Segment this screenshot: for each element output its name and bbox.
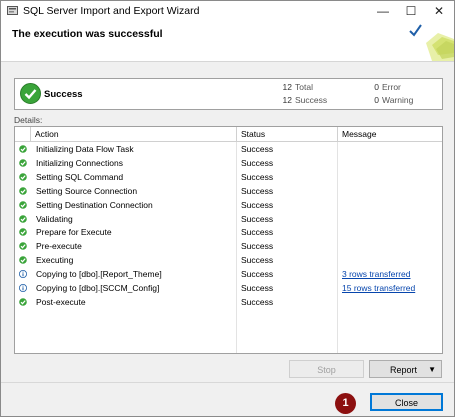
message-cell: [342, 253, 440, 267]
message-cell: [342, 198, 440, 212]
table-row[interactable]: Copying to [dbo].[SCCM_Config] Success 15 …: [15, 281, 442, 295]
report-button[interactable]: Report ▼: [369, 360, 442, 378]
success-icon: [19, 200, 27, 209]
summary-panel: Success 12 Total 12 Success 0 Error 0 Wa…: [14, 78, 443, 110]
warning-count: 0: [374, 95, 379, 105]
stop-button[interactable]: Stop: [289, 360, 364, 378]
status-cell: Success: [241, 255, 274, 266]
total-label: Total: [295, 82, 313, 92]
status-cell: Success: [241, 269, 274, 280]
action-cell: Post-execute: [36, 296, 86, 307]
status-cell: Success: [241, 185, 274, 196]
action-cell: Executing: [36, 255, 74, 266]
table-row[interactable]: Post-execute Success: [15, 295, 442, 309]
table-row[interactable]: Pre-execute Success: [15, 239, 442, 253]
window-title: SQL Server Import and Export Wizard: [23, 5, 200, 17]
message-link[interactable]: 15 rows transferred: [342, 281, 440, 295]
table-row[interactable]: Copying to [dbo].[Report_Theme] Success 3 …: [15, 267, 442, 281]
maximize-button[interactable]: ☐: [397, 1, 425, 21]
info-icon: [19, 284, 27, 292]
status-cell: Success: [241, 199, 274, 210]
chevron-down-icon: ▼: [428, 365, 436, 374]
column-header-message[interactable]: Message: [338, 127, 442, 141]
wizard-window: SQL Server Import and Export Wizard — ☐ …: [0, 0, 455, 417]
message-cell: [342, 295, 440, 309]
success-icon: [19, 214, 27, 223]
table-row[interactable]: Setting Destination Connection Success: [15, 198, 442, 212]
status-cell: Success: [241, 241, 274, 252]
report-button-label: Report: [390, 365, 418, 375]
annotation-badge: 1: [335, 393, 356, 414]
status-cell: Success: [241, 227, 274, 238]
app-icon: [7, 6, 18, 15]
page-title: The execution was successful: [12, 28, 163, 40]
success-icon: [20, 83, 41, 104]
action-cell: Copying to [dbo].[SCCM_Config]: [36, 283, 160, 293]
error-count: 0: [374, 82, 379, 92]
action-cell: Copying to [dbo].[Report_Theme]: [36, 269, 162, 280]
status-cell: Success: [241, 296, 274, 307]
success-icon: [19, 172, 27, 181]
table-row[interactable]: Setting Source Connection Success: [15, 184, 442, 198]
total-count: 12: [282, 82, 292, 92]
grid-header: Action Status Message: [15, 127, 442, 142]
success-icon: [19, 228, 27, 237]
minimize-button[interactable]: —: [369, 1, 397, 21]
details-grid[interactable]: Action Status Message Initializing Data …: [14, 126, 443, 354]
success-count: 12: [282, 95, 292, 105]
action-cell: Setting Source Connection: [36, 185, 138, 196]
close-button[interactable]: Close: [370, 393, 443, 411]
message-link[interactable]: 3 rows transferred: [342, 267, 440, 281]
status-cell: Success: [241, 157, 274, 168]
table-row[interactable]: Initializing Data Flow Task Success: [15, 142, 442, 156]
action-cell: Initializing Connections: [36, 157, 123, 168]
table-row[interactable]: Initializing Connections Success: [15, 156, 442, 170]
action-cell: Initializing Data Flow Task: [36, 144, 134, 154]
status-cell: Success: [241, 171, 274, 182]
action-cell: Prepare for Execute: [36, 227, 112, 238]
message-cell: [342, 170, 440, 184]
success-icon: [19, 145, 27, 153]
message-cell: [342, 156, 440, 170]
icon-column-header: [15, 127, 31, 141]
table-row[interactable]: Executing Success: [15, 253, 442, 267]
message-cell: [342, 212, 440, 226]
message-cell: [342, 184, 440, 198]
table-row[interactable]: Setting SQL Command Success: [15, 170, 442, 184]
message-cell: [342, 239, 440, 253]
action-cell: Setting Destination Connection: [36, 199, 153, 210]
status-cell: Success: [241, 213, 274, 224]
success-icon: [19, 298, 27, 306]
column-header-action[interactable]: Action: [31, 127, 237, 141]
action-cell: Validating: [36, 213, 73, 224]
wizard-check-icon: [409, 24, 454, 61]
success-icon: [19, 256, 27, 264]
success-icon: [19, 242, 27, 251]
close-window-button[interactable]: ✕: [425, 1, 453, 21]
message-cell: [342, 225, 440, 239]
action-cell: Pre-execute: [36, 241, 82, 252]
error-label: Error: [382, 82, 401, 92]
summary-status: Success: [44, 89, 83, 100]
table-row[interactable]: Prepare for Execute Success: [15, 225, 442, 239]
warning-label: Warning: [382, 95, 414, 105]
status-cell: Success: [241, 144, 274, 154]
footer-divider: [1, 382, 454, 383]
action-cell: Setting SQL Command: [36, 171, 124, 182]
message-cell: [342, 142, 440, 156]
wizard-header: The execution was successful: [1, 21, 454, 62]
status-cell: Success: [241, 283, 274, 293]
info-icon: [19, 270, 27, 279]
details-label: Details:: [14, 115, 43, 125]
column-header-status[interactable]: Status: [237, 127, 338, 141]
title-bar: SQL Server Import and Export Wizard — ☐ …: [1, 1, 454, 21]
table-row[interactable]: Validating Success: [15, 212, 442, 226]
success-label: Success: [295, 95, 328, 105]
success-icon: [19, 186, 27, 195]
success-icon: [19, 159, 27, 167]
